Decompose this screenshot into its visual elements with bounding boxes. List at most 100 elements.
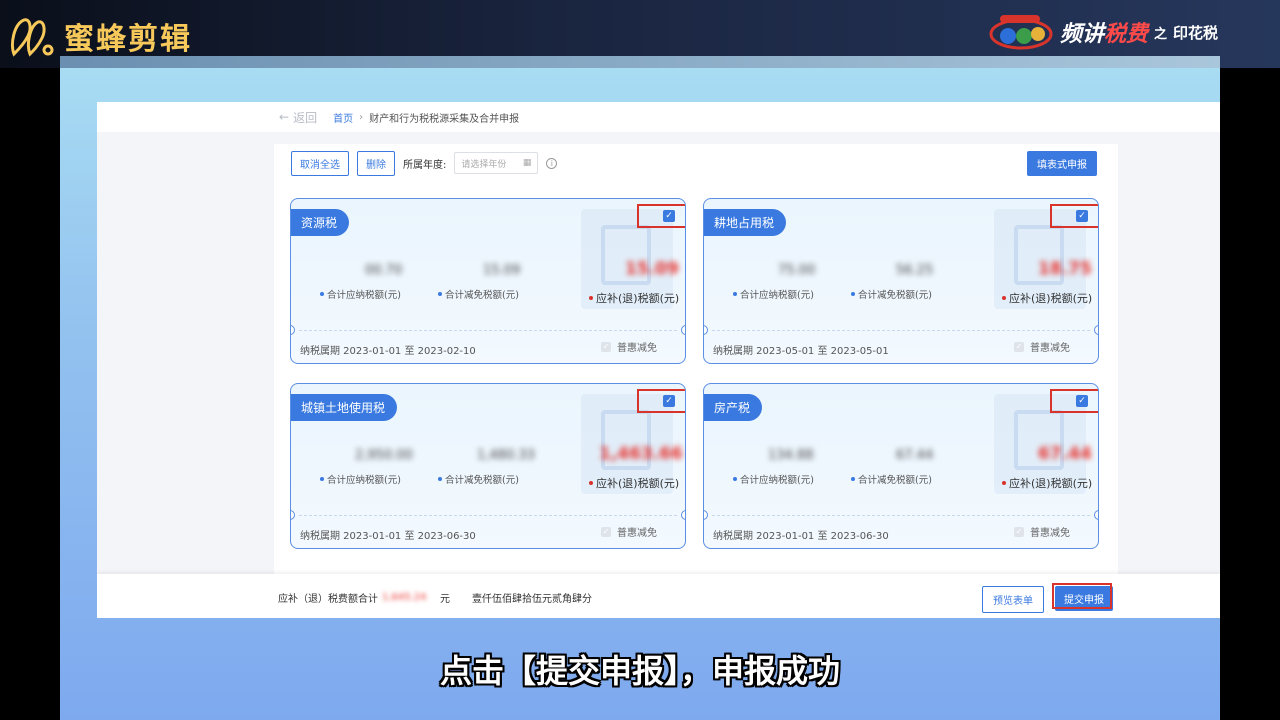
arrow-left-icon: ← <box>279 110 290 124</box>
breadcrumb-home[interactable]: 首页 <box>333 110 353 125</box>
metric-refund: 应补(退)税额(元) <box>1002 475 1092 491</box>
preview-form-button[interactable]: 预览表单 <box>982 586 1044 613</box>
dot-icon <box>1002 296 1006 300</box>
delete-button[interactable]: 删除 <box>357 150 395 176</box>
highlight-box <box>1050 204 1098 228</box>
series-title-b: 税费 <box>1103 22 1148 47</box>
summary-footer: 应补（退）税费额合计 1,645.24 元 壹仟伍佰肆拾伍元贰角肆分 预览表单 … <box>97 574 1220 618</box>
metric-label: 合计应纳税额(元) <box>327 290 401 301</box>
card-tag: 资源税 <box>291 209 350 236</box>
metric-relief: 合计减免税额(元) <box>438 287 519 301</box>
declaration-panel: 取消全选 删除 所属年度: 请选择年份 ▦ i 填表式申报 资源税 ✓ 00.70… <box>274 144 1118 618</box>
relief-label: 普惠减免 <box>617 528 657 539</box>
metric-relief: 合计减免税额(元) <box>851 472 932 486</box>
series-badge: 频讲税费 之 印花税 <box>988 12 1218 52</box>
metric-label: 应补(退)税额(元) <box>1009 477 1093 490</box>
payable-amount: 75.00 <box>778 263 816 278</box>
info-icon[interactable]: i <box>546 157 558 169</box>
tax-card-farmland[interactable]: 耕地占用税 ✓ 75.00 56.25 18.75 合计应纳税额(元) 合计减免… <box>703 198 1099 364</box>
metric-label: 应补(退)税额(元) <box>596 292 680 305</box>
card-notch <box>704 510 708 520</box>
card-tag: 房产税 <box>704 394 763 421</box>
relief-label: 普惠减免 <box>617 343 657 354</box>
tax-card-resource[interactable]: 资源税 ✓ 00.70 15.09 15.09 合计应纳税额(元) 合计减免税额… <box>290 198 686 364</box>
metric-label: 合计应纳税额(元) <box>327 475 401 486</box>
relief-label: 普惠减免 <box>1030 528 1070 539</box>
card-tag: 城镇土地使用税 <box>291 394 398 421</box>
relief-checkbox: ✓ 普惠减免 <box>601 339 657 354</box>
card-notch <box>1094 510 1098 520</box>
dot-icon <box>438 477 442 481</box>
refund-amount: 18.75 <box>1038 259 1092 279</box>
payable-amount: 2,950.00 <box>355 448 413 463</box>
card-notch <box>291 510 295 520</box>
series-topic: 印花税 <box>1172 23 1218 42</box>
relief-amount: 56.25 <box>896 263 934 278</box>
year-placeholder: 请选择年份 <box>461 159 507 170</box>
card-divider <box>299 330 677 331</box>
dot-icon <box>1002 481 1006 485</box>
checkbox-icon: ✓ <box>601 341 611 352</box>
dot-icon <box>320 292 324 296</box>
series-connector: 之 <box>1153 26 1167 42</box>
brand: 蜜蜂剪辑 <box>8 14 192 58</box>
metric-label: 合计减免税额(元) <box>445 475 519 486</box>
payable-amount: 134.88 <box>768 448 814 463</box>
relief-amount: 67.44 <box>896 448 934 463</box>
metric-label: 合计减免税额(元) <box>445 290 519 301</box>
metric-refund: 应补(退)税额(元) <box>1002 290 1092 306</box>
tax-card-urban-land[interactable]: 城镇土地使用税 ✓ 2,950.00 1,480.33 1,463.66 合计应… <box>290 383 686 549</box>
banner-strip <box>60 56 1220 68</box>
relief-checkbox: ✓ 普惠减免 <box>1014 524 1070 539</box>
toolbar: 取消全选 删除 所属年度: 请选择年份 ▦ i 填表式申报 <box>274 144 1118 182</box>
relief-amount: 1,480.33 <box>477 448 535 463</box>
calendar-icon: ▦ <box>522 158 532 168</box>
metric-label: 应补(退)税额(元) <box>1009 292 1093 305</box>
card-notch <box>704 325 708 335</box>
metric-relief: 合计减免税额(元) <box>438 472 519 486</box>
metric-label: 合计应纳税额(元) <box>740 475 814 486</box>
checkbox-icon: ✓ <box>1014 341 1024 352</box>
relief-checkbox: ✓ 普惠减免 <box>601 524 657 539</box>
breadcrumb-separator-icon: › <box>359 111 364 123</box>
refund-amount: 15.09 <box>625 259 679 279</box>
highlight-box <box>637 204 685 228</box>
card-divider <box>712 515 1090 516</box>
dot-icon <box>438 292 442 296</box>
back-link[interactable]: ← 返回 <box>279 109 317 126</box>
series-title: 频讲税费 <box>1060 16 1148 48</box>
relief-checkbox: ✓ 普惠减免 <box>1014 339 1070 354</box>
breadcrumb: ← 返回 首页 › 财产和行为税税源采集及合并申报 <box>97 102 1220 132</box>
tax-period: 纳税属期 2023-01-01 至 2023-02-10 <box>300 346 476 357</box>
metric-label: 应补(退)税额(元) <box>596 477 680 490</box>
metric-payable: 合计应纳税额(元) <box>733 472 814 486</box>
dot-icon <box>589 296 593 300</box>
card-tag: 耕地占用税 <box>704 209 787 236</box>
metric-label: 合计减免税额(元) <box>858 290 932 301</box>
metric-relief: 合计减免税额(元) <box>851 287 932 301</box>
tax-app-screen: ← 返回 首页 › 财产和行为税税源采集及合并申报 取消全选 删除 所属年度: 请… <box>97 102 1220 618</box>
year-picker[interactable]: 请选择年份 ▦ <box>454 152 539 174</box>
highlight-box <box>637 389 685 413</box>
metric-payable: 合计应纳税额(元) <box>733 287 814 301</box>
tax-card-property[interactable]: 房产税 ✓ 134.88 67.44 67.44 合计应纳税额(元) 合计减免税… <box>703 383 1099 549</box>
fill-form-button[interactable]: 填表式申报 <box>1027 151 1097 176</box>
series-title-a: 频讲 <box>1059 22 1104 47</box>
total-value: 1,645.24 <box>382 592 427 603</box>
metric-label: 合计减免税额(元) <box>858 475 932 486</box>
cancel-select-all-button[interactable]: 取消全选 <box>291 150 349 176</box>
series-emblem-icon <box>989 15 1053 50</box>
brand-name: 蜜蜂剪辑 <box>64 22 192 57</box>
card-divider <box>299 515 677 516</box>
refund-amount: 1,463.66 <box>599 444 683 464</box>
total-in-words: 壹仟伍佰肆拾伍元贰角肆分 <box>472 594 592 605</box>
tax-period: 纳税属期 2023-05-01 至 2023-05-01 <box>713 346 889 357</box>
card-notch <box>681 325 685 335</box>
checkbox-icon: ✓ <box>601 526 611 537</box>
submit-highlight-box <box>1052 583 1112 609</box>
metric-refund: 应补(退)税额(元) <box>589 290 679 306</box>
card-notch <box>291 325 295 335</box>
checkbox-icon: ✓ <box>1014 526 1024 537</box>
relief-amount: 15.09 <box>483 263 521 278</box>
total-unit: 元 <box>440 594 450 605</box>
